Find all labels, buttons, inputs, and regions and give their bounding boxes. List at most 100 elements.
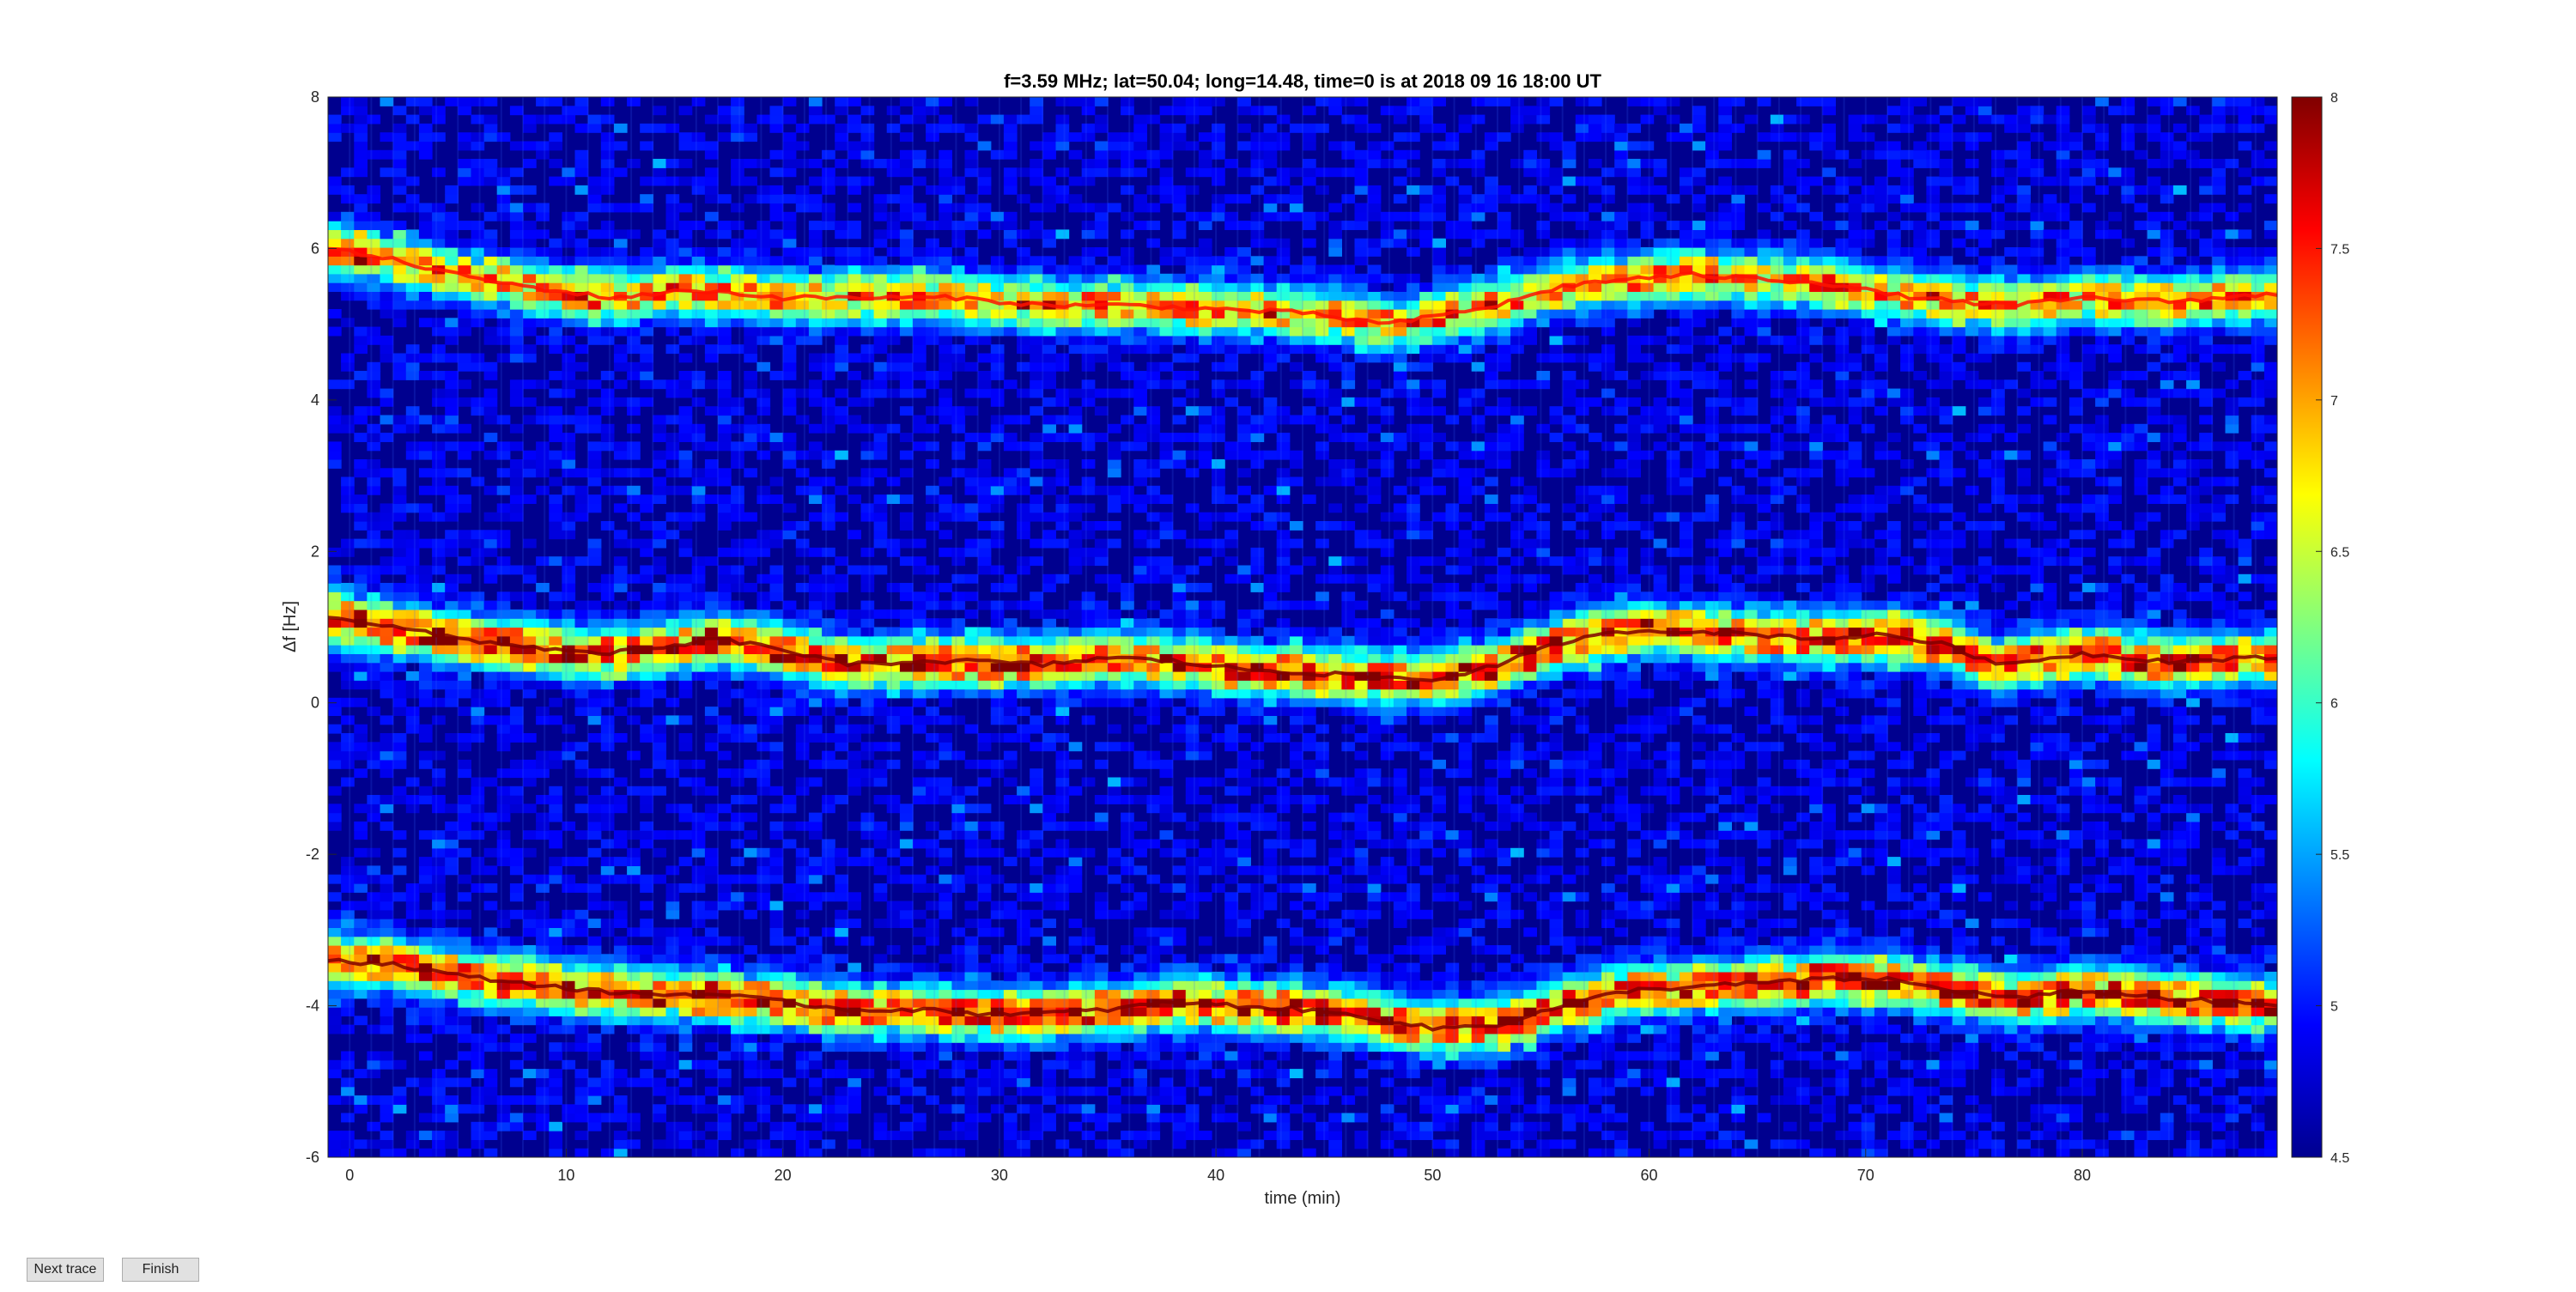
heatmap-cell (562, 353, 576, 363)
heatmap-cell (860, 750, 875, 761)
heatmap-cell (458, 1024, 471, 1034)
heatmap-cell (367, 865, 381, 876)
heatmap-cell (341, 759, 355, 769)
heatmap-cell (458, 1033, 471, 1043)
heatmap-cell (445, 1104, 459, 1114)
heatmap-cell (574, 423, 589, 434)
heatmap-cell (574, 167, 589, 178)
heatmap-cell (574, 1131, 589, 1140)
heatmap-cell (1146, 530, 1161, 540)
heatmap-cell (886, 388, 901, 398)
heatmap-cell (939, 1042, 952, 1052)
heatmap-cell (392, 132, 407, 143)
heatmap-cell (587, 379, 602, 390)
heatmap-cell (418, 291, 433, 301)
heatmap-cell (873, 318, 888, 328)
heatmap-cell (458, 538, 471, 549)
heatmap-cell (744, 874, 757, 884)
heatmap-cell (744, 423, 757, 434)
heatmap-cell (665, 1069, 680, 1078)
heatmap-cell (380, 742, 394, 752)
heatmap-cell (587, 635, 602, 646)
heatmap-cell (691, 247, 706, 257)
heatmap-cell (367, 1059, 381, 1070)
heatmap-cell (1094, 556, 1109, 567)
heatmap-cell (756, 1007, 771, 1016)
heatmap-cell (1081, 936, 1096, 946)
heatmap-cell (691, 671, 706, 681)
heatmap-cell (1094, 264, 1109, 275)
heatmap-cell (795, 1024, 810, 1034)
heatmap-cell (977, 468, 992, 478)
heatmap-cell (951, 927, 966, 937)
heatmap-cell (835, 680, 848, 690)
heatmap-cell (822, 521, 835, 531)
heatmap-cell (613, 141, 628, 151)
heatmap-cell (432, 954, 446, 964)
heatmap-cell (951, 123, 966, 133)
heatmap-cell (640, 503, 653, 513)
heatmap-cell (1042, 291, 1056, 301)
heatmap-cell (1042, 361, 1056, 372)
heatmap-cell (848, 962, 861, 973)
heatmap-cell (328, 874, 342, 884)
heatmap-cell (951, 600, 966, 610)
heatmap-cell (1017, 167, 1030, 178)
heatmap-cell (964, 830, 979, 840)
heatmap-cell (1055, 645, 1070, 654)
heatmap-cell (1146, 415, 1161, 425)
heatmap-cell (860, 123, 875, 133)
heatmap-cell (432, 847, 446, 858)
heatmap-cell (704, 971, 719, 981)
heatmap-cell (939, 857, 952, 866)
heatmap-cell (574, 361, 589, 372)
heatmap-cell (1042, 344, 1056, 355)
heatmap-cell (939, 494, 952, 504)
heatmap-cell (640, 318, 653, 328)
heatmap-cell (392, 697, 407, 707)
heatmap-cell (483, 662, 498, 672)
heatmap-cell (1133, 538, 1147, 549)
heatmap-cell (523, 379, 537, 390)
heatmap-cell (873, 609, 888, 619)
heatmap-cell (835, 485, 848, 495)
heatmap-cell (1172, 962, 1187, 973)
heatmap-cell (873, 1033, 888, 1043)
heatmap-cell (964, 662, 979, 672)
heatmap-cell (899, 264, 914, 275)
heatmap-cell (1185, 406, 1200, 416)
heatmap-cell (691, 309, 706, 318)
heatmap-cell (1108, 1042, 1121, 1052)
heatmap-cell (496, 998, 511, 1008)
heatmap-cell (1003, 635, 1018, 646)
heatmap-cell (458, 707, 471, 716)
heatmap-cell (418, 857, 433, 866)
heatmap-cell (562, 318, 576, 328)
heatmap-cell (913, 415, 927, 425)
heatmap-cell (951, 821, 966, 831)
heatmap-cell (627, 397, 641, 407)
heatmap-cell (574, 106, 589, 116)
heatmap-cell (835, 247, 848, 257)
heatmap-cell (848, 1095, 861, 1105)
heatmap-cell (848, 326, 861, 337)
heatmap-cell (990, 423, 1005, 434)
heatmap-cell (1068, 1042, 1083, 1052)
heatmap-cell (1121, 618, 1134, 628)
heatmap-cell (704, 468, 719, 478)
heatmap-cell (1121, 645, 1134, 654)
heatmap-cell (405, 804, 420, 814)
heatmap-cell (1108, 618, 1121, 628)
heatmap-cell (471, 883, 485, 893)
heatmap-cell (562, 433, 576, 442)
heatmap-cell (848, 680, 861, 690)
heatmap-cell (939, 1148, 952, 1157)
heatmap-cell (704, 618, 719, 628)
heatmap-cell (405, 114, 420, 124)
heatmap-cell (1133, 530, 1147, 540)
heatmap-cell (886, 583, 901, 592)
heatmap-cell (990, 1059, 1005, 1070)
heatmap-cell (418, 238, 433, 248)
heatmap-cell (822, 980, 835, 991)
heatmap-cell (848, 857, 861, 866)
